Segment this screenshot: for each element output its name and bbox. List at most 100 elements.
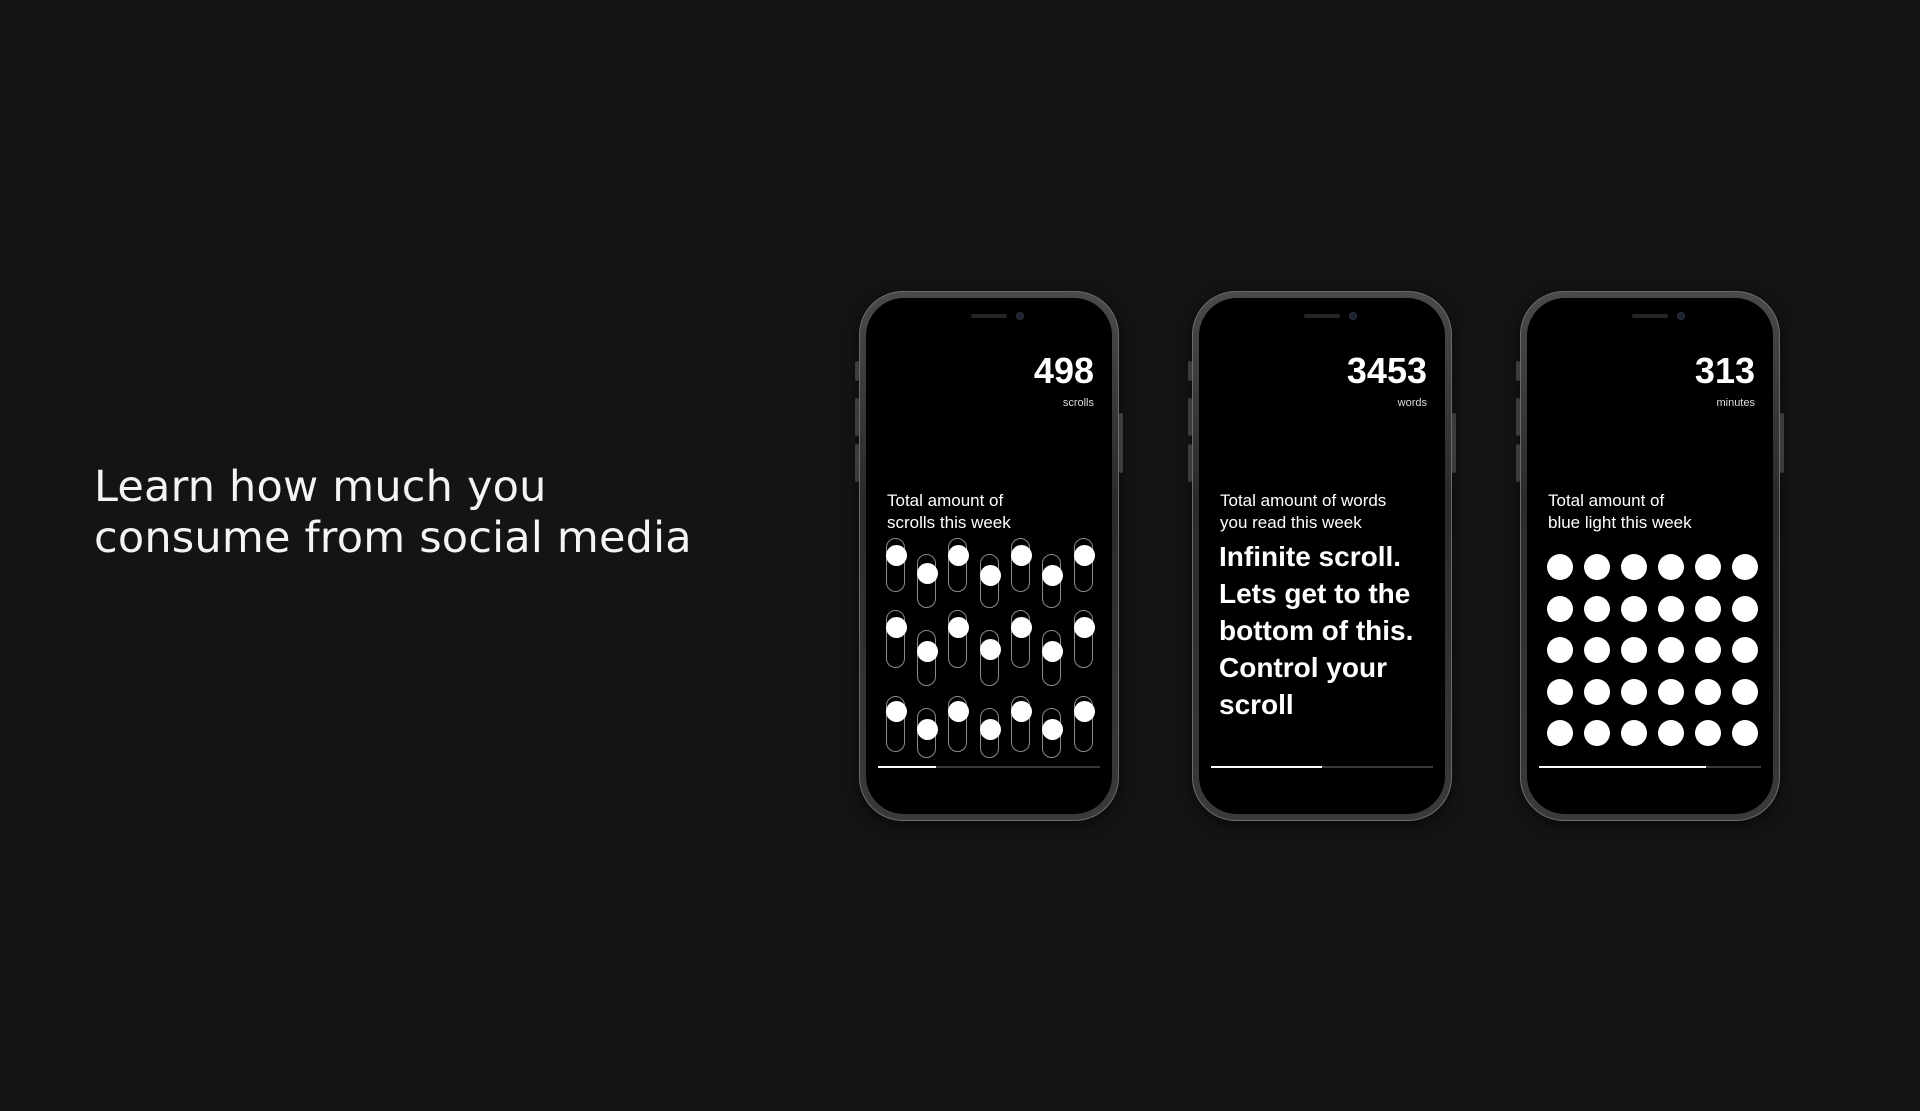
- blue-light-dot: [1658, 554, 1684, 580]
- toggle-knob: [917, 563, 938, 584]
- toggle-knob: [917, 719, 938, 740]
- phone-words: 3453 words Total amount of words you rea…: [1188, 291, 1456, 821]
- headline-line-1: Learn how much you: [94, 462, 547, 512]
- minute-description: Total amount of blue light this week: [1548, 490, 1758, 534]
- toggle-knob: [948, 617, 969, 638]
- scroll-toggle: [886, 696, 907, 752]
- blue-light-dot: [1695, 554, 1721, 580]
- minute-description-line-2: blue light this week: [1548, 513, 1692, 532]
- minute-description-line-1: Total amount of: [1548, 491, 1665, 510]
- progress-track: [878, 766, 1100, 768]
- word-unit: words: [1397, 397, 1427, 409]
- headline-line-2: consume from social media: [94, 513, 692, 563]
- scroll-toggle: [917, 708, 938, 758]
- scroll-toggle: [980, 554, 1001, 608]
- phone-screen: 498 scrolls Total amount of scrolls this…: [866, 298, 1112, 814]
- toggle-knob: [948, 701, 969, 722]
- phone-silent-switch: [1188, 361, 1192, 381]
- blue-light-dot: [1547, 554, 1573, 580]
- scroll-unit: scrolls: [1062, 397, 1094, 409]
- body-line: Infinite scroll.: [1219, 541, 1402, 572]
- scroll-toggle: [1011, 610, 1032, 668]
- toggle-knob: [1074, 617, 1095, 638]
- scroll-toggle: [917, 554, 938, 608]
- toggle-knob: [1074, 701, 1095, 722]
- blue-light-dot: [1658, 720, 1684, 746]
- speaker-grille: [971, 314, 1007, 318]
- speaker-grille: [1304, 314, 1340, 318]
- blue-light-dot: [1658, 678, 1684, 705]
- scroll-toggle: [1011, 538, 1032, 592]
- scroll-toggle: [948, 610, 969, 668]
- minute-unit: minutes: [1716, 397, 1755, 409]
- phone-silent-switch: [1516, 361, 1520, 381]
- blue-light-dot: [1547, 678, 1573, 705]
- body-line: Lets get to the: [1219, 578, 1411, 609]
- phone-volume-down: [1188, 444, 1192, 482]
- blue-light-dot: [1732, 637, 1758, 663]
- toggle-knob: [886, 545, 907, 566]
- scroll-toggle: [1042, 708, 1063, 758]
- word-description-line-1: Total amount of words: [1220, 491, 1387, 510]
- blue-light-dot: [1658, 637, 1684, 663]
- camera-icon: [1350, 313, 1356, 319]
- phone-power-button: [1452, 413, 1456, 473]
- blue-light-dot: [1621, 554, 1647, 580]
- minute-count: 313: [1694, 350, 1755, 391]
- toggle-knob: [1042, 719, 1063, 740]
- phone-volume-down: [855, 444, 859, 482]
- scroll-toggle-grid: [886, 538, 1096, 768]
- scroll-toggle: [948, 538, 969, 592]
- toggle-knob: [886, 617, 907, 638]
- blue-light-dot: [1584, 595, 1610, 622]
- blue-light-dot: [1732, 720, 1758, 746]
- progress-fill: [878, 766, 936, 768]
- blue-light-dot: [1584, 720, 1610, 746]
- blue-light-dot: [1695, 678, 1721, 705]
- scroll-toggle: [886, 538, 907, 592]
- scroll-toggle: [1011, 696, 1032, 752]
- scroll-toggle: [980, 708, 1001, 758]
- blue-light-dot: [1621, 678, 1647, 705]
- toggle-knob: [1074, 545, 1095, 566]
- blue-light-dot: [1584, 637, 1610, 663]
- phone-screen: 3453 words Total amount of words you rea…: [1199, 298, 1445, 814]
- phone-scrolls: 498 scrolls Total amount of scrolls this…: [855, 291, 1123, 821]
- phone-power-button: [1119, 413, 1123, 473]
- toggle-knob: [980, 719, 1001, 740]
- progress-track: [1539, 766, 1761, 768]
- scroll-description-line-2: scrolls this week: [887, 513, 1011, 532]
- body-line: scroll: [1219, 689, 1294, 720]
- scroll-toggle: [1042, 554, 1063, 608]
- phone-volume-down: [1516, 444, 1520, 482]
- word-description-line-2: you read this week: [1220, 513, 1362, 532]
- camera-icon: [1017, 313, 1023, 319]
- blue-light-dot: [1621, 637, 1647, 663]
- scroll-toggle: [1074, 696, 1095, 752]
- scroll-toggle: [980, 630, 1001, 686]
- toggle-knob: [917, 641, 938, 662]
- toggle-knob: [1042, 565, 1063, 586]
- speaker-grille: [1632, 314, 1668, 318]
- phone-volume-up: [1188, 398, 1192, 436]
- blue-light-dot: [1695, 720, 1721, 746]
- phone-screen: 313 minutes Total amount of blue light t…: [1527, 298, 1773, 814]
- phone-volume-up: [1516, 398, 1520, 436]
- progress-track: [1211, 766, 1433, 768]
- blue-light-dot: [1695, 595, 1721, 622]
- scroll-toggle: [1074, 610, 1095, 668]
- scroll-toggle: [917, 630, 938, 686]
- word-count: 3453: [1346, 350, 1427, 391]
- toggle-knob: [1011, 545, 1032, 566]
- blue-light-dot: [1547, 595, 1573, 622]
- body-line: Control your: [1219, 652, 1387, 683]
- blue-light-dot: [1732, 554, 1758, 580]
- scroll-count: 498: [1033, 350, 1094, 391]
- camera-icon: [1678, 313, 1684, 319]
- scroll-description-line-1: Total amount of: [887, 491, 1004, 510]
- blue-light-dot: [1621, 720, 1647, 746]
- blue-light-dot: [1621, 595, 1647, 622]
- toggle-knob: [1011, 617, 1032, 638]
- headline: Learn how much you consume from social m…: [94, 462, 814, 564]
- toggle-knob: [948, 545, 969, 566]
